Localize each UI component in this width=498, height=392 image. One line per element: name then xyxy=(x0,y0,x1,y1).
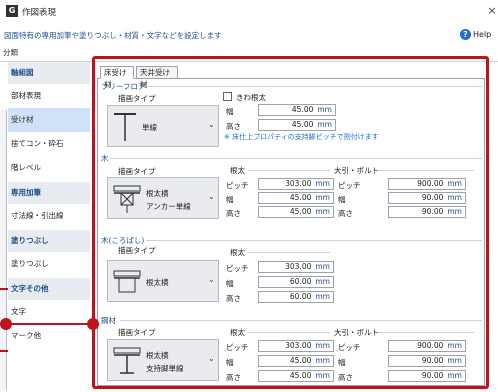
window-title: 作図表現 xyxy=(22,8,57,18)
help-icon: ? xyxy=(460,29,471,40)
sidebar-item-level[interactable]: 階レベル xyxy=(8,156,90,180)
sidebar-item-text[interactable]: 文字 xyxy=(8,300,90,324)
sidebar-item-member[interactable]: 部材表現 xyxy=(8,84,90,108)
sidebar-item-support[interactable]: 受け材 xyxy=(8,108,90,132)
category-sidebar: 軸組図 部材表現 受け材 捨てコン・砕石 階レベル 専用加筆 寸法線・引出線 塗… xyxy=(8,62,90,392)
sidebar-head-addition: 専用加筆 xyxy=(8,182,90,204)
highlight-frame xyxy=(92,56,489,389)
highlight-dot xyxy=(0,318,12,330)
app-icon: G xyxy=(6,5,18,17)
sidebar-item-concrete[interactable]: 捨てコン・砕石 xyxy=(8,132,90,156)
sidebar-item-fill[interactable]: 塗りつぶし xyxy=(8,252,90,276)
highlight-dot xyxy=(87,318,99,330)
dialog-description: 図面特有の専用加筆や塗りつぶし・材質・文字などを設定します xyxy=(4,31,222,40)
title-bar xyxy=(0,0,498,22)
highlight-connector xyxy=(6,323,94,325)
sidebar-item-mark[interactable]: マーク他 xyxy=(8,324,90,348)
sidebar-head-fill: 塗りつぶし xyxy=(8,230,90,252)
category-label: 分類 xyxy=(3,48,18,57)
sidebar-item-dimension[interactable]: 寸法線・引出線 xyxy=(8,204,90,228)
close-icon[interactable]: × xyxy=(486,4,498,17)
help-label: Help xyxy=(473,30,492,39)
sidebar-head-text: 文字その他 xyxy=(8,278,90,300)
sidebar-head-axis: 軸組図 xyxy=(8,62,90,84)
help-button[interactable]: ? Help xyxy=(460,29,491,40)
